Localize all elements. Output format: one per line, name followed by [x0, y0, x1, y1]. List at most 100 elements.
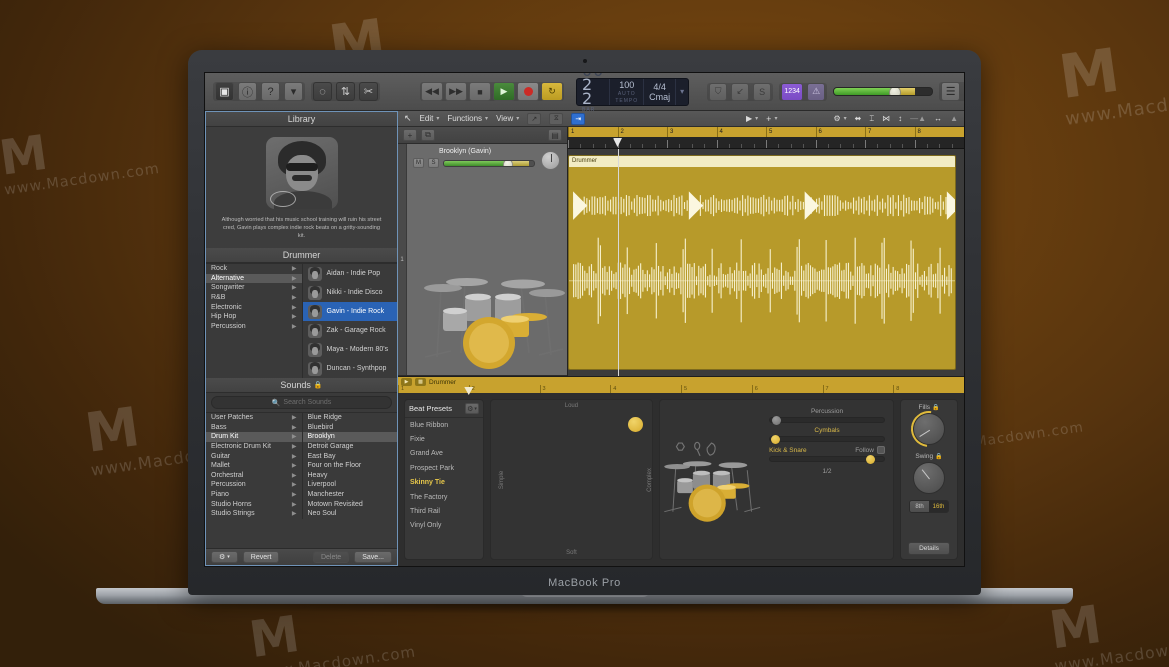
- track-header[interactable]: 1 Brooklyn (Gavin) M S: [398, 144, 567, 376]
- horizontal-zoom-slider[interactable]: ▲: [950, 114, 958, 123]
- low-latency-button[interactable]: ⛉: [709, 82, 728, 101]
- drummer-list-item[interactable]: Gavin - Indie Rock: [302, 302, 397, 321]
- presets-gear-button[interactable]: ⚙ ▾: [465, 403, 479, 414]
- kick-snare-slider[interactable]: [769, 455, 885, 464]
- list-item[interactable]: User Patches ▶: [206, 413, 302, 423]
- list-item[interactable]: Orchestral ▶: [206, 471, 302, 481]
- track-mute-button[interactable]: M: [413, 158, 424, 168]
- cycle-button[interactable]: ↻: [541, 82, 563, 101]
- track-list-button[interactable]: ▤: [548, 129, 562, 141]
- forward-button[interactable]: ▶▶: [445, 82, 467, 101]
- list-item[interactable]: Bass ▶: [206, 423, 302, 433]
- lcd-expand-chevron-icon[interactable]: ▾: [676, 79, 688, 105]
- save-button[interactable]: Save...: [354, 551, 392, 563]
- list-item[interactable]: Liverpool: [303, 480, 398, 490]
- beat-preset-item[interactable]: Grand Ave: [405, 447, 483, 461]
- list-item[interactable]: Blue Ridge: [303, 413, 398, 423]
- pointer-tool-icon[interactable]: ↖: [404, 113, 412, 124]
- list-item[interactable]: Manchester: [303, 490, 398, 500]
- beat-preset-item[interactable]: Vinyl Only: [405, 519, 483, 533]
- list-item[interactable]: Alternative ▶: [206, 273, 302, 284]
- rewind-button[interactable]: ◀◀: [421, 82, 443, 101]
- percussion-knob[interactable]: [772, 416, 782, 425]
- fit-icon[interactable]: ⋈: [882, 114, 890, 123]
- quick-help-button[interactable]: ?: [261, 82, 280, 101]
- metronome-button[interactable]: ◌: [313, 82, 332, 101]
- drummer-editor-ruler[interactable]: ▶ ▩ Drummer 12345678: [398, 377, 964, 395]
- settings-gear-button[interactable]: ⚙ ▾: [833, 114, 846, 123]
- tuner-button[interactable]: ↙: [731, 82, 750, 101]
- follow-toggle[interactable]: Follow: [855, 446, 885, 454]
- follow-checkbox[interactable]: [877, 446, 885, 454]
- drummer-list-item[interactable]: Nikki - Indie Disco: [303, 283, 398, 302]
- list-item[interactable]: Piano ▶: [206, 490, 302, 500]
- flex-pitch-button[interactable]: ⇥: [571, 112, 586, 125]
- track-volume-slider[interactable]: [443, 159, 535, 167]
- master-volume-slider[interactable]: [833, 87, 934, 96]
- list-item[interactable]: Hip Hop ▶: [206, 312, 302, 322]
- beat-preset-item[interactable]: Third Rail: [405, 504, 483, 518]
- percussion-slider[interactable]: [769, 416, 885, 425]
- menu-edit[interactable]: Edit ▾: [420, 114, 440, 123]
- list-item[interactable]: Rock ▶: [206, 264, 302, 274]
- list-item[interactable]: Brooklyn: [302, 432, 397, 442]
- pan-knob[interactable]: [541, 151, 560, 170]
- list-item[interactable]: Electronic ▶: [206, 302, 302, 312]
- list-item[interactable]: R&B ▶: [206, 293, 302, 303]
- library-settings-button[interactable]: ⚙ ▾: [211, 551, 238, 563]
- list-item[interactable]: East Bay: [303, 451, 398, 461]
- list-item[interactable]: Songwriter ▶: [206, 283, 302, 293]
- swing-knob[interactable]: [913, 462, 945, 494]
- menu-functions[interactable]: Functions ▾: [447, 114, 488, 123]
- kick-snare-knob[interactable]: [865, 455, 875, 464]
- lock-icon[interactable]: 🔒: [932, 404, 939, 411]
- list-item[interactable]: Drum Kit ▶: [206, 432, 302, 442]
- notes-button[interactable]: ✎: [964, 82, 965, 101]
- editor-region-icon[interactable]: ▩: [415, 378, 426, 386]
- beat-preset-item[interactable]: Prospect Park: [405, 461, 483, 475]
- meter-knob[interactable]: [889, 88, 902, 95]
- menu-view[interactable]: View ▾: [496, 114, 519, 123]
- add-track-button[interactable]: +: [403, 129, 417, 141]
- inspector-button[interactable]: ⓘ: [238, 82, 257, 101]
- fills-knob[interactable]: [903, 403, 955, 455]
- drummer-list-item[interactable]: Aidan - Indie Pop: [303, 264, 398, 283]
- swing-16th-button[interactable]: 16th: [929, 501, 948, 512]
- toolbar-button[interactable]: ▾: [284, 82, 303, 101]
- play-button[interactable]: ▶: [493, 82, 515, 101]
- lcd-tempo-cell[interactable]: 100 AUTO TEMPO: [610, 78, 645, 105]
- list-item[interactable]: Studio Horns ▶: [206, 499, 302, 509]
- cymbals-slider[interactable]: [769, 435, 885, 444]
- timeline-ruler[interactable]: 123456789: [568, 127, 964, 149]
- drummer-list-item[interactable]: Duncan - Synthpop: [303, 359, 398, 378]
- list-item[interactable]: Neo Soul: [303, 509, 398, 519]
- track-lane[interactable]: Drummer: [568, 149, 964, 376]
- track-solo-button[interactable]: S: [428, 158, 439, 168]
- editor-play-icon[interactable]: ▶: [401, 378, 412, 386]
- beat-preset-item[interactable]: Skinny Tie: [405, 476, 483, 490]
- solo-button[interactable]: S: [753, 82, 772, 101]
- list-item[interactable]: Percussion ▶: [206, 480, 302, 490]
- xy-pad-puck[interactable]: [627, 417, 643, 432]
- revert-button[interactable]: Revert: [242, 551, 280, 563]
- details-button[interactable]: Details: [908, 542, 950, 555]
- editors-button[interactable]: ✂: [359, 82, 378, 101]
- vertical-zoom-slider[interactable]: —▲: [910, 114, 926, 123]
- warning-button[interactable]: ⚠: [807, 82, 826, 101]
- lcd-display[interactable]: 00 2 2 BAR BEAT 100: [576, 73, 690, 119]
- beat-preset-item[interactable]: Fixie: [405, 432, 483, 446]
- pointer-tool-selector[interactable]: ▶ ▾: [746, 114, 758, 123]
- stop-button[interactable]: ■: [469, 82, 491, 101]
- record-button[interactable]: [517, 82, 539, 101]
- list-editors-button[interactable]: ☰: [941, 82, 961, 101]
- list-item[interactable]: Mallet ▶: [206, 461, 302, 471]
- lock-icon[interactable]: 🔒: [935, 453, 942, 460]
- secondary-tool-selector[interactable]: + ▾: [766, 114, 777, 124]
- list-item[interactable]: Heavy: [303, 471, 398, 481]
- list-item[interactable]: Electronic Drum Kit ▶: [206, 442, 302, 452]
- align-icon[interactable]: ⌶: [869, 114, 874, 124]
- drummer-list-item[interactable]: Zak - Garage Rock: [303, 321, 398, 340]
- list-item[interactable]: Percussion ▶: [206, 322, 302, 332]
- swing-8th-button[interactable]: 8th: [910, 501, 929, 512]
- duplicate-track-button[interactable]: ⧉: [421, 129, 435, 141]
